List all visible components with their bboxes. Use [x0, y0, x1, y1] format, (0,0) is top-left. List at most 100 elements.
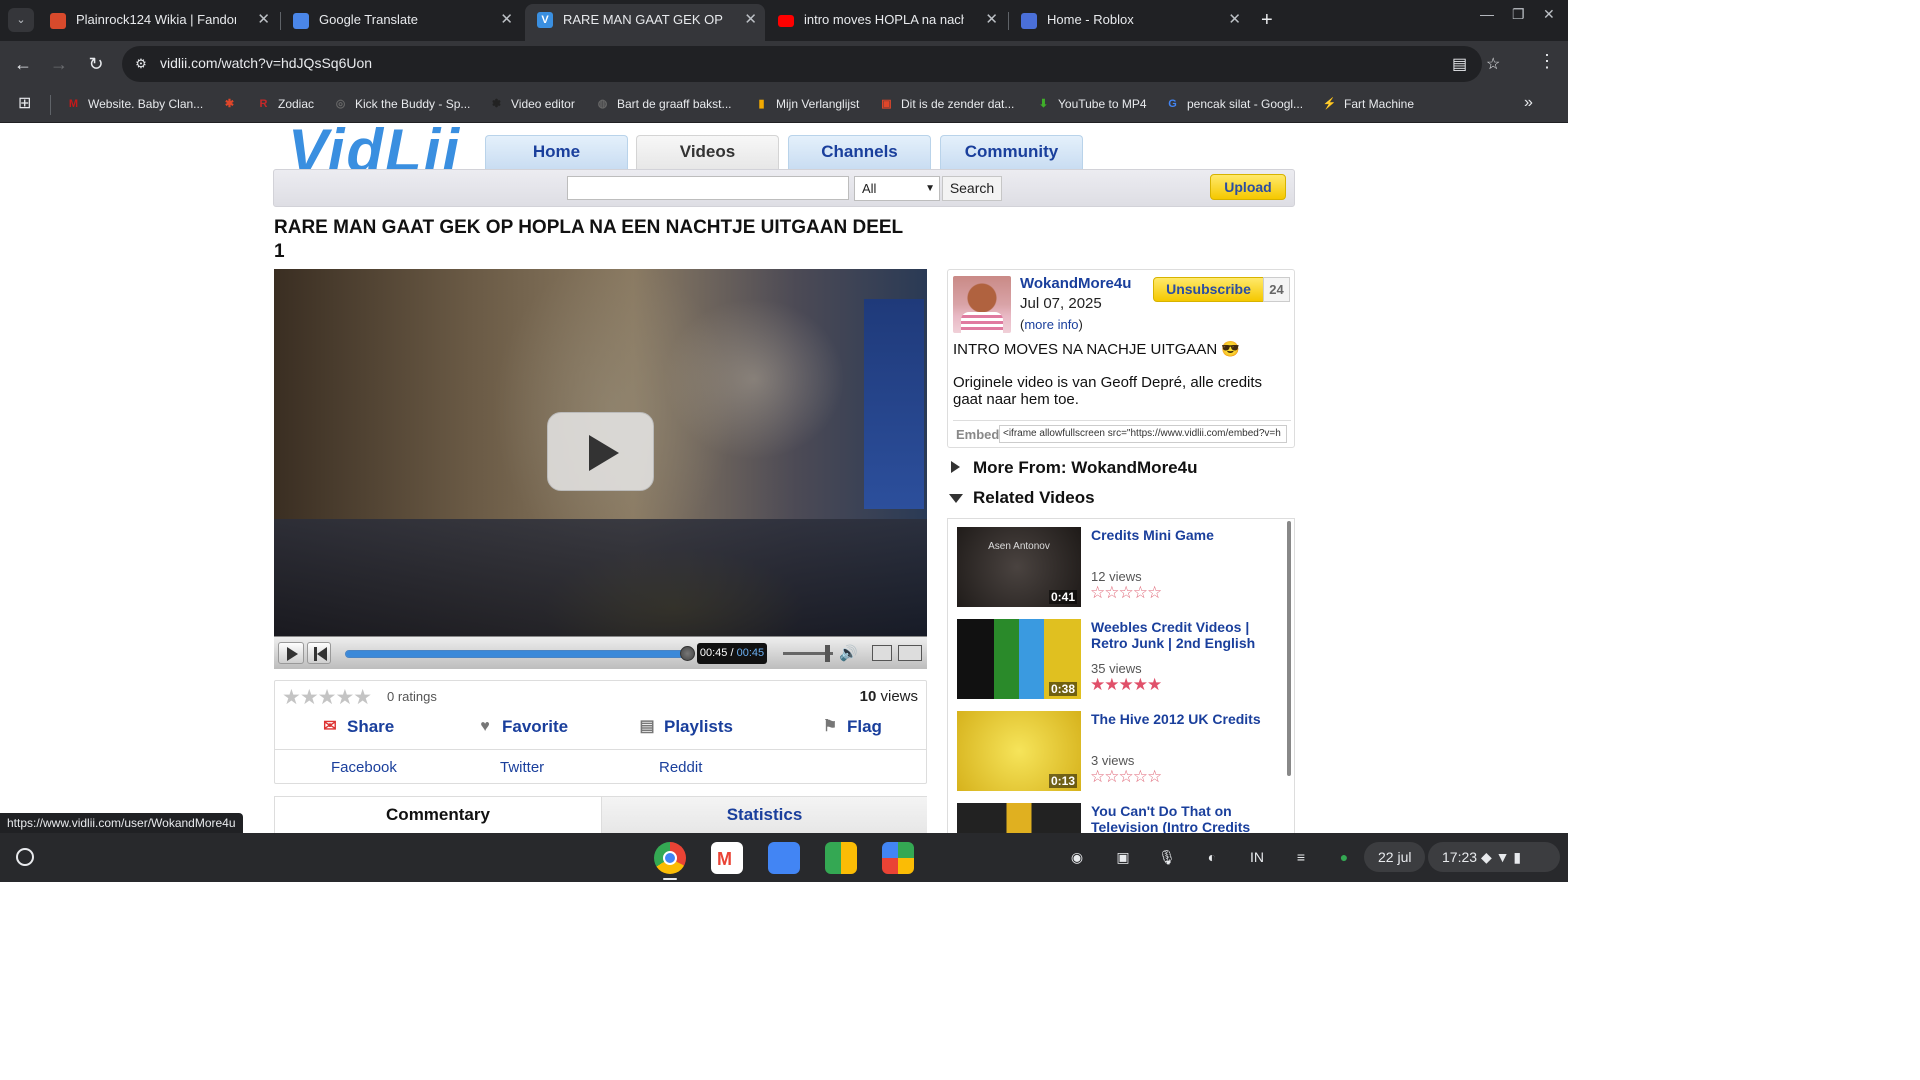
reddit-link[interactable]: Reddit: [659, 759, 702, 776]
search-button[interactable]: Search: [942, 176, 1002, 201]
more-bookmarks-chevron-icon[interactable]: »: [1524, 94, 1533, 112]
avatar[interactable]: [953, 276, 1011, 333]
bookmark-item[interactable]: ✱: [222, 95, 244, 115]
tab-close-icon[interactable]: ✕: [744, 4, 757, 36]
tab-close-icon[interactable]: ✕: [500, 6, 513, 34]
tab-close-icon[interactable]: ✕: [257, 6, 270, 34]
related-videos-toggle[interactable]: Related Videos: [949, 488, 1095, 508]
site-info-icon[interactable]: ⚙: [132, 55, 150, 73]
restore-icon[interactable]: ❐: [1512, 6, 1525, 23]
play-button[interactable]: [278, 642, 304, 664]
embed-code-input[interactable]: <iframe allowfullscreen src="https://www…: [999, 425, 1287, 443]
related-title[interactable]: Credits Mini Game: [1091, 527, 1281, 543]
chrome-icon[interactable]: [654, 842, 686, 874]
video-thumbnail[interactable]: Asen Antonov 0:41: [957, 527, 1081, 607]
bookmark-item[interactable]: ⚡ Fart Machine: [1322, 95, 1414, 115]
progress-knob[interactable]: [680, 646, 695, 661]
status-area[interactable]: 17:23 ◆ ▼ ▮: [1428, 842, 1560, 872]
facebook-link[interactable]: Facebook: [331, 759, 397, 776]
minimize-icon[interactable]: —: [1480, 6, 1494, 22]
bookmark-item[interactable]: ▣ Dit is de zender dat...: [879, 95, 1014, 115]
share-button[interactable]: ✉ Share: [319, 717, 394, 737]
nav-home[interactable]: Home: [485, 135, 628, 169]
list-item[interactable]: You Can't Do That on Television (Intro C…: [957, 803, 1287, 833]
browser-tab-google-translate[interactable]: Google Translate ✕: [281, 6, 521, 38]
screen-record-icon[interactable]: ◉: [1065, 845, 1089, 869]
video-thumbnail[interactable]: [957, 803, 1081, 833]
microphone-icon[interactable]: 🎙: [1155, 845, 1179, 869]
address-url[interactable]: vidlii.com/watch?v=hdJQsSq6Uon: [160, 55, 372, 71]
forward-arrow-icon[interactable]: →: [46, 51, 72, 77]
bookmark-item[interactable]: ◎ Kick the Buddy - Sp...: [333, 95, 471, 115]
bookmark-item[interactable]: R Zodiac: [256, 95, 315, 115]
accessibility-icon[interactable]: ◐: [1200, 845, 1224, 869]
favorite-button[interactable]: ♥ Favorite: [474, 717, 568, 737]
upload-button[interactable]: Upload: [1210, 174, 1286, 200]
reload-icon[interactable]: ↻: [83, 51, 109, 77]
search-input[interactable]: [567, 176, 849, 200]
unsubscribe-button[interactable]: Unsubscribe: [1153, 277, 1264, 302]
more-info-link[interactable]: more info: [1024, 317, 1078, 332]
search-filter-select[interactable]: All ▼: [854, 176, 940, 201]
skip-back-button[interactable]: [307, 642, 331, 664]
nav-channels[interactable]: Channels: [788, 135, 931, 169]
video-thumbnail[interactable]: 0:38: [957, 619, 1081, 699]
video-player[interactable]: 00:45 / 00:45 🔊: [274, 269, 927, 669]
twitter-link[interactable]: Twitter: [500, 759, 544, 776]
bookmark-item[interactable]: ▮ Mijn Verlanglijst: [754, 95, 859, 115]
tab-close-icon[interactable]: ✕: [985, 6, 998, 34]
gmail-icon[interactable]: M: [711, 842, 743, 874]
related-scrollbar[interactable]: [1287, 521, 1291, 776]
browser-tab-fandom[interactable]: Plainrock124 Wikia | Fandom ✕: [38, 6, 278, 38]
back-arrow-icon[interactable]: ←: [10, 51, 36, 77]
bookmark-item[interactable]: ⬇ YouTube to MP4: [1036, 95, 1147, 115]
play-store-icon[interactable]: [882, 842, 914, 874]
list-item[interactable]: Asen Antonov 0:41 Credits Mini Game 12 v…: [957, 527, 1287, 609]
browser-tab-vidlii-active[interactable]: V RARE MAN GAAT GEK OP HOPLA ✕: [525, 4, 765, 41]
tab-search-chevron-icon[interactable]: ⌄: [8, 8, 34, 32]
volume-slider[interactable]: [783, 645, 833, 662]
tab-commentary[interactable]: Commentary: [275, 797, 601, 833]
rating-stars[interactable]: ★★★★★: [282, 685, 372, 710]
new-tab-plus-icon[interactable]: +: [1261, 8, 1273, 32]
tab-close-icon[interactable]: ✕: [1228, 6, 1241, 34]
media-controls-icon[interactable]: ≡: [1289, 845, 1313, 869]
flag-button[interactable]: ⚑ Flag: [819, 717, 882, 737]
related-title[interactable]: You Can't Do That on Television (Intro C…: [1091, 803, 1281, 833]
address-bar[interactable]: ⚙ vidlii.com/watch?v=hdJQsSq6Uon ▤ ☆: [122, 46, 1500, 82]
nav-community[interactable]: Community: [940, 135, 1083, 169]
clipboard-icon[interactable]: ▣: [1111, 845, 1135, 869]
browser-tab-youtube[interactable]: intro moves HOPLA na nachtje ✕: [766, 6, 1006, 38]
playlists-button[interactable]: ▤ Playlists: [636, 717, 733, 737]
launcher-icon[interactable]: [16, 848, 34, 866]
translate-page-icon[interactable]: ▤: [1452, 54, 1467, 74]
bookmark-item[interactable]: ◍ Bart de graaff bakst...: [595, 95, 732, 115]
apps-grid-icon[interactable]: ⊞: [18, 95, 36, 113]
tab-statistics[interactable]: Statistics: [601, 797, 927, 833]
big-play-button[interactable]: [547, 412, 654, 491]
uploader-name-link[interactable]: WokandMore4u: [1020, 275, 1131, 292]
browser-menu-icon[interactable]: ⋮: [1538, 51, 1556, 72]
speaker-icon[interactable]: 🔊: [839, 644, 858, 662]
more-from-toggle[interactable]: More From: WokandMore4u: [949, 458, 1197, 478]
bookmark-item[interactable]: ✽ Video editor: [489, 95, 575, 115]
list-item[interactable]: 0:38 Weebles Credit Videos | Retro Junk …: [957, 619, 1287, 701]
bookmark-item[interactable]: Gpencak silat - Googl...: [1165, 95, 1303, 115]
close-window-icon[interactable]: ✕: [1543, 6, 1555, 23]
bookmark-item[interactable]: M Website. Baby Clan...: [66, 95, 203, 115]
video-thumbnail[interactable]: 0:13: [957, 711, 1081, 791]
date-pill[interactable]: 22 jul: [1364, 842, 1426, 872]
input-method[interactable]: IN: [1245, 845, 1269, 869]
progress-bar[interactable]: [345, 646, 695, 661]
related-title[interactable]: The Hive 2012 UK Credits: [1091, 711, 1281, 727]
files-icon[interactable]: [768, 842, 800, 874]
meet-icon[interactable]: [825, 842, 857, 874]
volume-knob[interactable]: [825, 645, 830, 662]
nav-videos[interactable]: Videos: [636, 135, 779, 169]
bookmark-star-icon[interactable]: ☆: [1486, 54, 1500, 74]
popout-icon[interactable]: [872, 645, 892, 661]
fullscreen-icon[interactable]: [898, 645, 922, 661]
list-item[interactable]: 0:13 The Hive 2012 UK Credits 3 views ☆☆…: [957, 711, 1287, 793]
related-title[interactable]: Weebles Credit Videos | Retro Junk | 2nd…: [1091, 619, 1281, 651]
browser-tab-roblox[interactable]: Home - Roblox ✕: [1009, 6, 1249, 38]
